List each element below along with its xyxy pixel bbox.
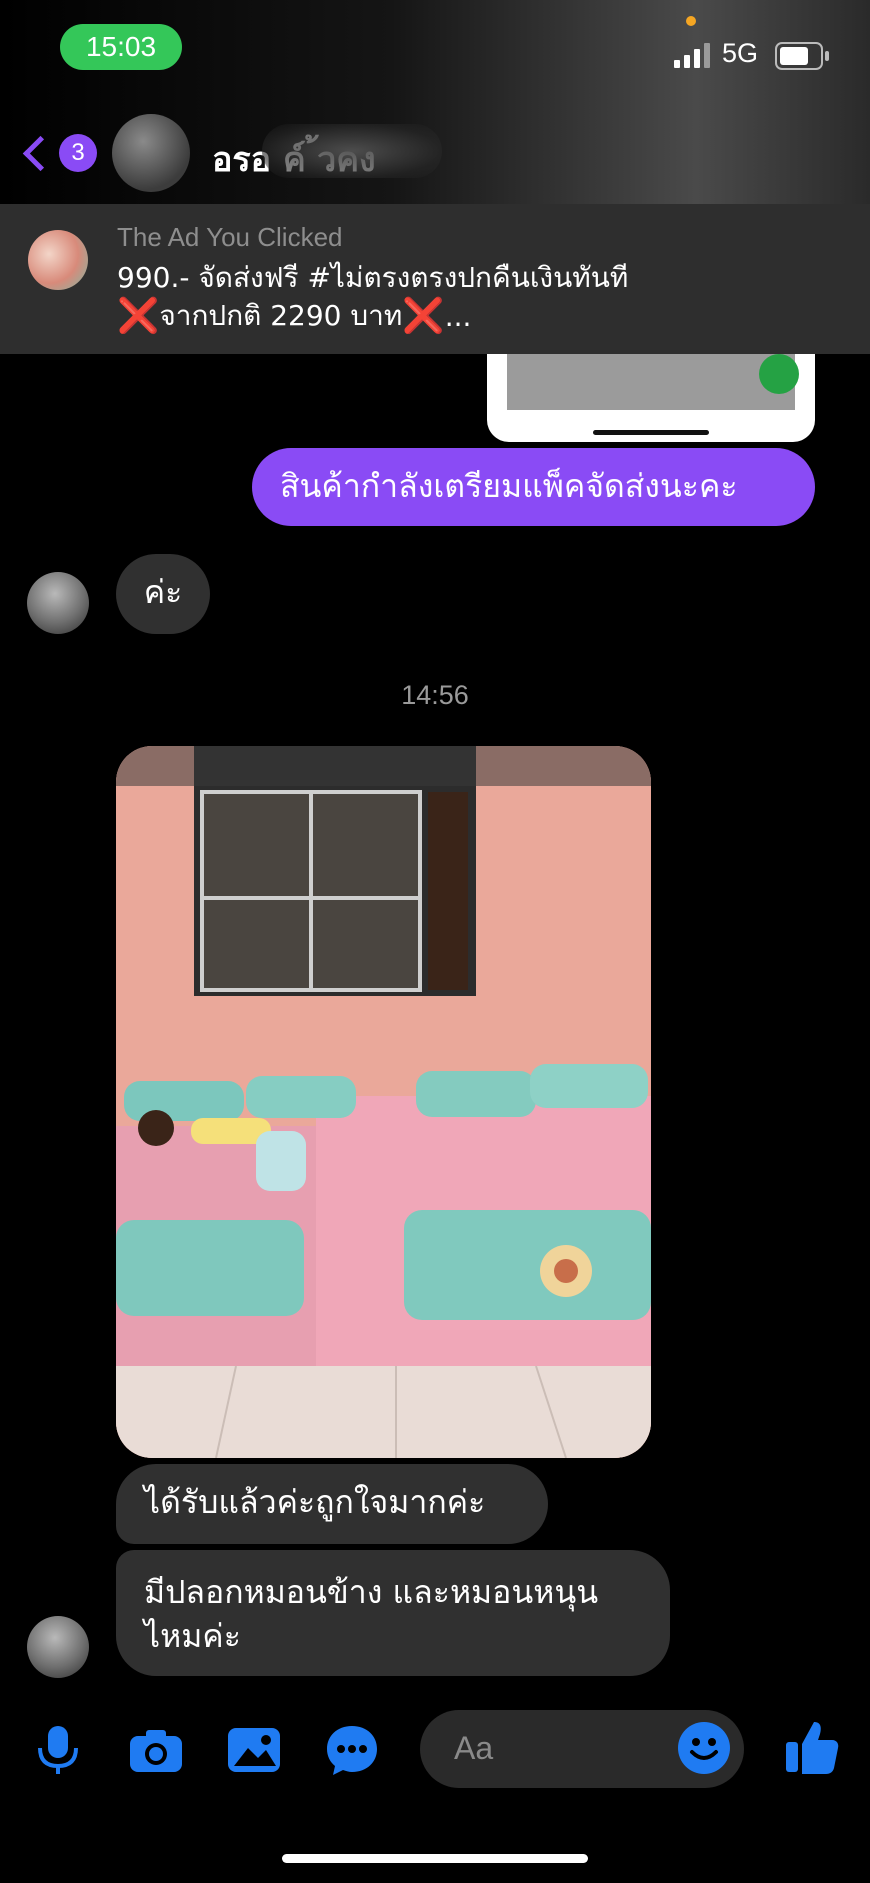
gallery-icon[interactable]	[226, 1722, 282, 1778]
cross-mark-icon: ❌	[117, 296, 160, 336]
message-input[interactable]: Aa	[420, 1710, 744, 1788]
ad-label: The Ad You Clicked	[117, 222, 343, 252]
message-bubble-incoming[interactable]: มีปลอกหมอนข้าง และหมอนหนุน ไหมค่ะ	[116, 1550, 670, 1676]
signal-icon	[674, 42, 710, 68]
microphone-icon[interactable]	[30, 1722, 86, 1778]
battery-icon	[775, 42, 829, 70]
received-photo[interactable]	[116, 746, 651, 1458]
camera-icon[interactable]	[128, 1722, 184, 1778]
privacy-indicator-dot	[686, 16, 696, 26]
ad-text-line2: ❌ จากปกติ 2290 บาท ❌ ...	[117, 294, 471, 338]
back-button[interactable]: 3	[18, 130, 98, 176]
status-time: 15:03	[60, 24, 182, 70]
unread-count-badge: 3	[59, 134, 97, 172]
contact-avatar-small[interactable]	[27, 572, 89, 634]
ad-ellipsis: ...	[444, 299, 472, 333]
ad-price-text: จากปกติ 2290 บาท	[159, 299, 403, 332]
chat-icon	[759, 354, 799, 394]
thumbs-up-icon[interactable]	[784, 1718, 840, 1774]
name-redaction-blur	[262, 124, 442, 178]
ad-thumbnail	[28, 230, 88, 290]
message-bubble-outgoing[interactable]: สินค้ากำลังเตรียมแพ็คจัดส่งนะคะ	[252, 448, 815, 526]
chat-bubble-icon[interactable]	[324, 1722, 380, 1778]
sent-screenshot-image[interactable]	[487, 354, 815, 442]
message-bubble-incoming[interactable]: ได้รับแล้วค่ะถูกใจมากค่ะ	[116, 1464, 548, 1544]
emoji-icon[interactable]	[678, 1722, 730, 1774]
contact-avatar[interactable]	[112, 114, 190, 192]
home-indicator	[282, 1854, 588, 1863]
message-input-placeholder: Aa	[454, 1730, 494, 1766]
message-timestamp: 14:56	[401, 680, 469, 710]
network-type: 5G	[722, 38, 759, 68]
chevron-left-icon	[22, 135, 59, 171]
cross-mark-icon: ❌	[402, 296, 445, 336]
contact-avatar-small[interactable]	[27, 1616, 89, 1678]
message-bubble-incoming[interactable]: ค่ะ	[116, 554, 210, 634]
